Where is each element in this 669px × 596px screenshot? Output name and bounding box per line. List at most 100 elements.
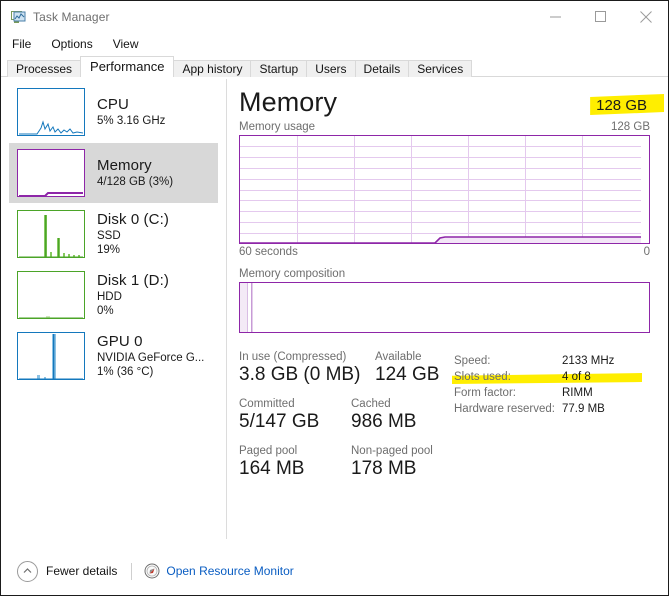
- sidebar-item-disk-0-sub2: 19%: [97, 244, 121, 257]
- sidebar-item-cpu[interactable]: CPU 5% 3.16 GHz: [9, 82, 218, 142]
- stat-in-use-label: In use (Compressed): [239, 351, 347, 363]
- memory-composition-labels: Memory composition: [239, 268, 650, 280]
- stat-committed-label: Committed: [239, 398, 295, 410]
- resource-sidebar: CPU 5% 3.16 GHz Memory 4/128 GB (3%) Dis…: [1, 77, 227, 549]
- maximize-button[interactable]: [578, 1, 623, 32]
- sidebar-item-memory-title: Memory: [97, 156, 152, 174]
- task-manager-window: Task Manager File Options View Processes…: [0, 0, 669, 596]
- minimize-button[interactable]: [533, 1, 578, 32]
- window-title: Task Manager: [33, 9, 110, 24]
- info-hardware-reserved-label: Hardware reserved:: [454, 403, 555, 415]
- memory-panel: Memory 128 GB Memory usage 128 GB 60 sec…: [227, 77, 668, 549]
- stat-non-paged-pool-label: Non-paged pool: [351, 445, 433, 457]
- sidebar-item-disk-0-title: Disk 0 (C:): [97, 210, 169, 228]
- stat-paged-pool: Paged pool 164 MB: [239, 445, 347, 480]
- capacity-highlight-wrap: 128 GB: [590, 94, 665, 115]
- gpu-0-sparkline-icon: [17, 332, 85, 380]
- content-area: CPU 5% 3.16 GHz Memory 4/128 GB (3%) Dis…: [1, 77, 668, 549]
- sidebar-item-cpu-text: CPU 5% 3.16 GHz: [97, 95, 166, 128]
- memory-composition-label: Memory composition: [239, 268, 346, 280]
- stat-in-use-value: 3.8 GB (0 MB): [239, 364, 361, 385]
- tab-services[interactable]: Services: [408, 60, 473, 77]
- sidebar-item-cpu-title: CPU: [97, 95, 129, 113]
- page-title: Memory: [239, 87, 338, 117]
- disk-1-sparkline-icon: [17, 271, 85, 319]
- tab-details[interactable]: Details: [354, 60, 410, 77]
- sidebar-item-disk-0-text: Disk 0 (C:) SSD 19%: [97, 210, 169, 257]
- memory-usage-graph: [239, 135, 650, 244]
- chevron-up-icon: [17, 560, 38, 582]
- info-row-form-factor: Form factor: RIMM: [454, 385, 650, 401]
- caption-buttons: [533, 1, 668, 32]
- sidebar-item-gpu-0-text: GPU 0 NVIDIA GeForce G... 1% (36 °C): [97, 332, 205, 379]
- memory-info-list: Speed: 2133 MHz Slots used: 4 of 8 Form …: [452, 351, 650, 492]
- title-bar: Task Manager: [1, 1, 668, 32]
- tab-users[interactable]: Users: [306, 60, 356, 77]
- info-form-factor-value: RIMM: [562, 387, 593, 399]
- memory-usage-axis: 60 seconds 0: [239, 246, 650, 258]
- sidebar-item-gpu-0-title: GPU 0: [97, 332, 143, 350]
- memory-composition-graph[interactable]: [239, 282, 650, 333]
- memory-usage-max-label: 128 GB: [611, 121, 650, 133]
- sidebar-item-disk-0-sub1: SSD: [97, 229, 121, 242]
- open-resource-monitor-link[interactable]: Open Resource Monitor: [166, 564, 293, 578]
- stat-non-paged-pool: Non-paged pool 178 MB: [347, 445, 469, 480]
- cpu-sparkline-icon: [17, 88, 85, 136]
- stat-row-inuse-available: In use (Compressed) 3.8 GB (0 MB) Availa…: [239, 351, 454, 386]
- memory-header: Memory 128 GB: [239, 77, 665, 121]
- sidebar-item-gpu-0[interactable]: GPU 0 NVIDIA GeForce G... 1% (36 °C): [9, 326, 218, 386]
- menu-item-options[interactable]: Options: [49, 35, 101, 53]
- info-speed-label: Speed:: [454, 355, 491, 367]
- menu-item-view[interactable]: View: [111, 35, 148, 53]
- task-manager-icon: [10, 9, 26, 25]
- tab-startup[interactable]: Startup: [250, 60, 308, 77]
- stat-cached-value: 986 MB: [351, 411, 417, 432]
- fewer-details-button[interactable]: Fewer details: [17, 560, 118, 582]
- stat-committed-value: 5/147 GB: [239, 411, 320, 432]
- stat-paged-pool-label: Paged pool: [239, 445, 298, 457]
- stat-cached: Cached 986 MB: [347, 398, 459, 433]
- info-form-factor-label: Form factor:: [454, 387, 516, 399]
- stat-paged-pool-value: 164 MB: [239, 458, 305, 479]
- stat-row-committed-cached: Committed 5/147 GB Cached 986 MB: [239, 398, 454, 433]
- sidebar-item-disk-0[interactable]: Disk 0 (C:) SSD 19%: [9, 204, 218, 264]
- stat-row-pools: Paged pool 164 MB Non-paged pool 178 MB: [239, 445, 454, 480]
- tab-processes[interactable]: Processes: [7, 60, 82, 77]
- info-row-slots-used: Slots used: 4 of 8: [452, 369, 650, 385]
- info-slots-used-value: 4 of 8: [562, 371, 591, 383]
- stat-committed: Committed 5/147 GB: [239, 398, 347, 433]
- memory-sparkline-icon: [17, 149, 85, 197]
- memory-usage-zero-label: 0: [643, 246, 650, 258]
- status-bar: Fewer details Open Resource Monitor: [1, 549, 668, 593]
- sidebar-item-gpu-0-sub2: 1% (36 °C): [97, 366, 154, 379]
- info-row-hardware-reserved: Hardware reserved: 77.9 MB: [454, 401, 650, 417]
- sidebar-item-disk-1-title: Disk 1 (D:): [97, 271, 169, 289]
- sidebar-item-disk-1-text: Disk 1 (D:) HDD 0%: [97, 271, 169, 318]
- info-slots-used-label: Slots used:: [454, 371, 511, 383]
- sidebar-item-gpu-0-sub1: NVIDIA GeForce G...: [97, 351, 205, 364]
- resource-monitor-icon: [144, 563, 160, 579]
- sidebar-item-cpu-sub1: 5% 3.16 GHz: [97, 114, 166, 127]
- close-button[interactable]: [623, 1, 668, 32]
- stat-in-use: In use (Compressed) 3.8 GB (0 MB): [239, 351, 361, 386]
- fewer-details-label: Fewer details: [46, 564, 118, 578]
- menu-bar: File Options View: [1, 32, 668, 55]
- memory-capacity-text: 128 GB: [596, 97, 647, 114]
- memory-stats-left: In use (Compressed) 3.8 GB (0 MB) Availa…: [239, 351, 454, 492]
- sidebar-item-memory[interactable]: Memory 4/128 GB (3%): [9, 143, 218, 203]
- tab-performance[interactable]: Performance: [80, 56, 175, 77]
- stat-non-paged-pool-value: 178 MB: [351, 458, 417, 479]
- tab-strip: Processes Performance App history Startu…: [1, 55, 668, 77]
- sidebar-item-disk-1[interactable]: Disk 1 (D:) HDD 0%: [9, 265, 218, 325]
- sidebar-item-disk-1-sub2: 0%: [97, 305, 114, 318]
- info-row-speed: Speed: 2133 MHz: [454, 353, 650, 369]
- menu-item-file[interactable]: File: [10, 35, 40, 53]
- memory-usage-labels: Memory usage 128 GB: [239, 121, 650, 133]
- tab-app-history[interactable]: App history: [173, 60, 252, 77]
- info-speed-value: 2133 MHz: [562, 355, 615, 367]
- stat-cached-label: Cached: [351, 398, 391, 410]
- memory-usage-label: Memory usage: [239, 121, 316, 133]
- sidebar-item-memory-text: Memory 4/128 GB (3%): [97, 156, 173, 189]
- status-separator: [131, 562, 133, 580]
- disk-0-sparkline-icon: [17, 210, 85, 258]
